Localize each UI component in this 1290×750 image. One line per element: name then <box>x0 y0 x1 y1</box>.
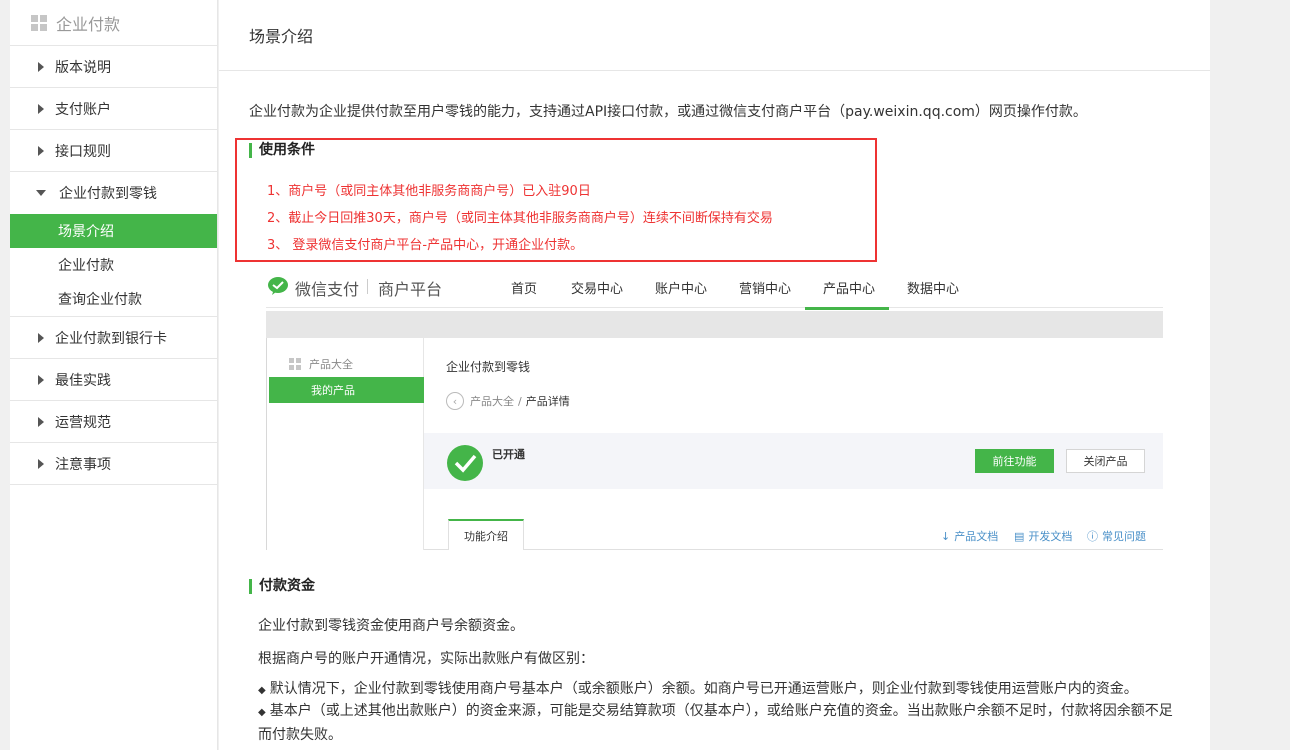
brand-divider <box>367 279 368 294</box>
grid-icon <box>289 358 301 370</box>
my-products-label: 我的产品 <box>311 384 355 397</box>
sidebar-item-label: 企业付款到银行卡 <box>55 330 167 347</box>
sidebar-item-pay-to-bank[interactable]: 企业付款到银行卡 <box>10 317 217 359</box>
condition-item: 2、截止今日回推30天，商户号（或同主体其他非服务商商户号）连续不间断保持有交易 <box>267 211 773 226</box>
breadcrumb-separator: / <box>518 394 522 408</box>
bullet-text: 基本户（或上述其他出款账户）的资金来源，可能是交易结算款项（仅基本户），或给账户… <box>258 703 1173 743</box>
caret-right-icon <box>38 416 44 427</box>
merchant-name: 商户平台 <box>378 280 443 299</box>
check-icon <box>447 445 483 481</box>
product-doc-link[interactable]: ↓ 产品文档 <box>941 528 998 544</box>
product-doc-label: 产品文档 <box>954 530 999 543</box>
faq-label: 常见问题 <box>1102 530 1146 543</box>
caret-right-icon <box>38 332 44 343</box>
nav-tab-trade[interactable]: 交易中心 <box>571 278 623 297</box>
product-all-label: 产品大全 <box>309 358 353 371</box>
funds-bullet: ◆ 基本户（或上述其他出款账户）的资金来源，可能是交易结算款项（仅基本户），或给账… <box>258 700 1178 746</box>
sidebar-subitem-label: 企业付款 <box>58 258 114 274</box>
funds-paragraph: 根据商户号的账户开通情况，实际出款账户有做区别： <box>258 651 594 667</box>
close-product-button[interactable]: 关闭产品 <box>1066 449 1145 473</box>
dev-doc-label: 开发文档 <box>1028 530 1073 543</box>
product-title: 企业付款到零钱 <box>446 360 531 374</box>
sidebar-item-account[interactable]: 支付账户 <box>10 88 217 130</box>
breadcrumb: ‹ 产品大全 / 产品详情 <box>446 392 570 410</box>
condition-item: 1、商户号（或同主体其他非服务商商户号）已入驻90日 <box>267 184 591 199</box>
sidebar-item-label: 企业付款到零钱 <box>59 186 157 202</box>
page-title: 场景介绍 <box>219 0 1210 71</box>
caret-right-icon <box>38 374 44 385</box>
bullet-text: 默认情况下，企业付款到零钱使用商户号基本户（或余额账户）余额。如商户号已开通运营… <box>269 681 1138 697</box>
wechat-pay-logo-icon <box>268 277 288 295</box>
sidebar-item-best-practice[interactable]: 最佳实践 <box>10 359 217 401</box>
go-to-feature-button[interactable]: 前往功能 <box>975 449 1054 473</box>
brand-name: 微信支付 <box>295 280 360 299</box>
caret-right-icon <box>38 145 44 156</box>
nav-tab-data[interactable]: 数据中心 <box>907 278 959 297</box>
sidebar-item-label: 支付账户 <box>55 101 111 118</box>
faq-link[interactable]: ⓘ 常见问题 <box>1087 528 1146 544</box>
sidebar-subitem-query[interactable]: 查询企业付款 <box>10 282 217 316</box>
sidebar-item-label: 版本说明 <box>55 59 111 76</box>
sidebar-item-label: 注意事项 <box>55 456 111 473</box>
funds-heading: 付款资金 <box>249 579 315 594</box>
sidebar-item-notes[interactable]: 注意事项 <box>10 443 217 485</box>
active-tab-indicator <box>805 307 889 310</box>
sidebar-item-label: 接口规则 <box>55 143 111 160</box>
product-sidebar: 产品大全 我的产品 <box>266 338 424 550</box>
grey-band <box>266 311 1163 338</box>
grid-icon <box>31 14 47 31</box>
document-icon: ▤ <box>1014 529 1025 543</box>
nav-tab-home[interactable]: 首页 <box>511 278 537 297</box>
condition-item: 3、 登录微信支付商户平台-产品中心，开通企业付款。 <box>267 238 584 253</box>
caret-right-icon <box>38 103 44 114</box>
product-all-item[interactable]: 产品大全 <box>289 356 353 372</box>
sidebar-header: 企业付款 <box>10 0 217 46</box>
my-products-item[interactable]: 我的产品 <box>269 377 424 403</box>
sidebar-subgroup: 场景介绍 企业付款 查询企业付款 <box>10 214 217 317</box>
funds-bullet: ◆ 默认情况下，企业付款到零钱使用商户号基本户（或余额账户）余额。如商户号已开通运… <box>258 678 1178 702</box>
caret-right-icon <box>38 61 44 72</box>
tab-feature-intro[interactable]: 功能介绍 <box>448 519 524 550</box>
status-badge: 已开通 <box>492 448 525 461</box>
intro-text: 企业付款为企业提供付款至用户零钱的能力，支持通过API接口付款，或通过微信支付商… <box>249 104 1087 120</box>
dev-doc-link[interactable]: ▤ 开发文档 <box>1014 528 1072 544</box>
main-content: 场景介绍 企业付款为企业提供付款至用户零钱的能力，支持通过API接口付款，或通过… <box>219 0 1210 750</box>
caret-right-icon <box>38 458 44 469</box>
sidebar-subitem-scenario[interactable]: 场景介绍 <box>10 214 217 248</box>
breadcrumb-parent[interactable]: 产品大全 <box>470 393 514 409</box>
bullet-icon: ◆ <box>258 685 266 696</box>
funds-paragraph: 企业付款到零钱资金使用商户号余额资金。 <box>258 618 524 634</box>
status-panel: 已开通 前往功能 关闭产品 <box>424 433 1163 489</box>
sidebar-item-pay-to-wallet[interactable]: 企业付款到零钱 <box>10 172 217 214</box>
sidebar-title: 企业付款 <box>56 14 121 34</box>
sidebar-subitem-payment[interactable]: 企业付款 <box>10 248 217 282</box>
sidebar-subitem-label: 场景介绍 <box>58 224 114 240</box>
sidebar: 企业付款 版本说明 支付账户 接口规则 企业付款到零钱 场景介绍 企业付款 查询… <box>10 0 218 750</box>
bullet-icon: ◆ <box>258 707 266 718</box>
sidebar-item-rules[interactable]: 接口规则 <box>10 130 217 172</box>
conditions-heading: 使用条件 <box>249 143 315 158</box>
breadcrumb-current: 产品详情 <box>525 395 570 408</box>
sidebar-item-version[interactable]: 版本说明 <box>10 46 217 88</box>
sidebar-item-operations[interactable]: 运营规范 <box>10 401 217 443</box>
nav-tab-account[interactable]: 账户中心 <box>655 278 707 297</box>
nav-tab-product[interactable]: 产品中心 <box>823 278 875 297</box>
sidebar-subitem-label: 查询企业付款 <box>58 292 142 308</box>
download-icon: ↓ <box>941 529 951 543</box>
tab-divider <box>424 549 1163 550</box>
sidebar-item-label: 运营规范 <box>55 414 111 431</box>
back-arrow-icon[interactable]: ‹ <box>446 392 464 410</box>
sidebar-item-label: 最佳实践 <box>55 372 111 389</box>
merchant-topbar: 微信支付 商户平台 首页 交易中心 账户中心 营销中心 产品中心 数据中心 <box>266 268 1163 310</box>
embedded-screenshot: 微信支付 商户平台 首页 交易中心 账户中心 营销中心 产品中心 数据中心 产品… <box>266 268 1163 550</box>
caret-down-icon <box>36 190 46 196</box>
nav-tab-marketing[interactable]: 营销中心 <box>739 278 791 297</box>
help-icon: ⓘ <box>1087 530 1098 543</box>
